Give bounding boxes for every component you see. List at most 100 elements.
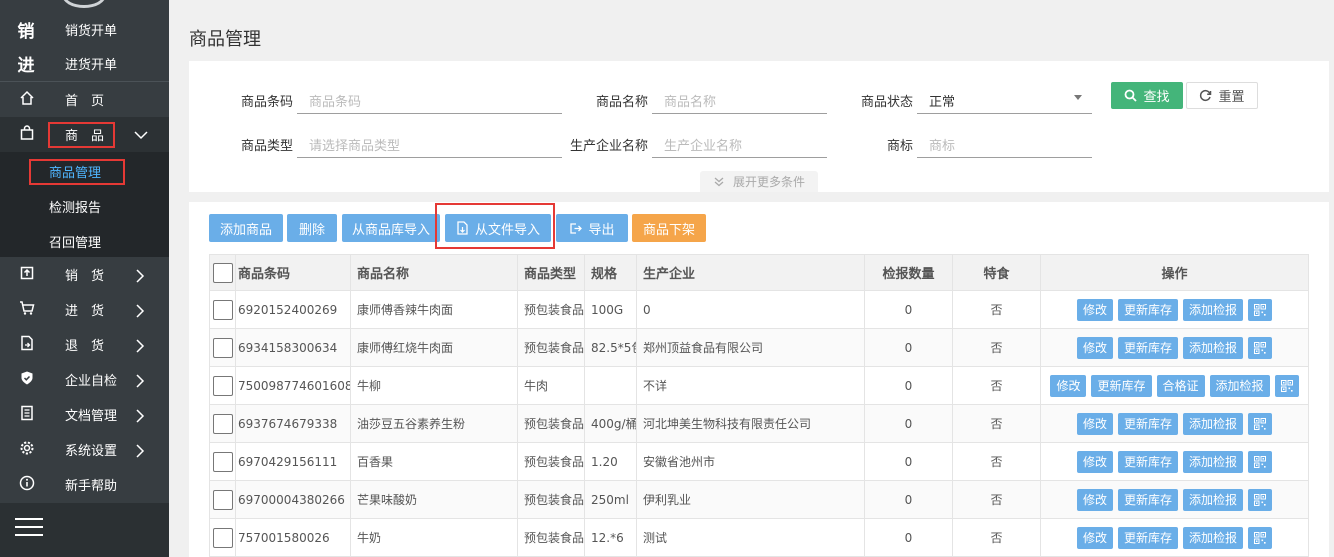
add-report-button[interactable]: 添加检报 [1183, 298, 1244, 321]
sidebar-sub-test-report[interactable]: 检测报告 [0, 187, 169, 222]
edit-button[interactable]: 修改 [1076, 526, 1113, 549]
gear-icon [17, 440, 37, 460]
update-stock-button[interactable]: 更新库存 [1117, 412, 1178, 435]
cell-operations: 修改 更新库存 添加检报 [1040, 442, 1309, 481]
table-row: 6937674679338 油莎豆五谷素养生粉 预包装食品 400g/桶 河北坤美生物科… [209, 404, 1309, 443]
edit-button[interactable]: 修改 [1076, 336, 1113, 359]
product-type-select[interactable]: 请选择商品类型 [297, 129, 562, 158]
edit-button[interactable]: 修改 [1076, 450, 1113, 473]
qr-code-button[interactable] [1248, 526, 1273, 549]
cell-report-count: 0 [864, 290, 953, 329]
product-name-input[interactable]: 商品名称 [652, 85, 827, 114]
update-stock-button[interactable]: 更新库存 [1117, 526, 1178, 549]
column-header-barcode: 商品条码 [235, 254, 351, 291]
certificate-button[interactable]: 合格证 [1156, 374, 1205, 397]
brand-input[interactable]: 商标 [917, 129, 1092, 158]
qr-code-button[interactable] [1248, 336, 1273, 359]
edit-button[interactable]: 修改 [1076, 488, 1113, 511]
sidebar-item-sales[interactable]: 销 货 [0, 257, 169, 292]
add-report-button[interactable]: 添加检报 [1183, 526, 1244, 549]
row-select-cell [209, 480, 236, 519]
add-report-button[interactable]: 添加检报 [1183, 450, 1244, 473]
row-select-cell [209, 328, 236, 367]
expand-conditions-button[interactable]: 展开更多条件 [700, 171, 818, 192]
update-stock-button[interactable]: 更新库存 [1117, 336, 1178, 359]
add-report-button[interactable]: 添加检报 [1183, 488, 1244, 511]
qr-code-button[interactable] [1248, 488, 1273, 511]
qr-code-button[interactable] [1248, 412, 1273, 435]
row-checkbox[interactable] [213, 527, 233, 548]
sidebar-item-self-check[interactable]: 企业自检 [0, 362, 169, 397]
delete-button[interactable]: 删除 [287, 214, 337, 242]
edit-button[interactable]: 修改 [1076, 298, 1113, 321]
qr-code-button[interactable] [1248, 298, 1273, 321]
export-button[interactable]: 导出 [556, 214, 628, 242]
sidebar-item-label: 企业自检 [65, 374, 118, 389]
cell-name: 油莎豆五谷素养生粉 [350, 404, 518, 443]
cell-name: 百香果 [350, 442, 518, 481]
qr-code-button[interactable] [1248, 450, 1273, 473]
off-shelf-button[interactable]: 商品下架 [632, 214, 706, 242]
add-report-button[interactable]: 添加检报 [1209, 374, 1270, 397]
qr-code-icon [1254, 417, 1267, 430]
sidebar-item-return[interactable]: 退 货 [0, 327, 169, 362]
update-stock-button[interactable]: 更新库存 [1117, 450, 1178, 473]
cell-barcode: 69700004380266 [235, 480, 351, 519]
row-checkbox[interactable] [213, 299, 233, 320]
cell-special-food: 否 [952, 328, 1041, 367]
double-chevron-down-icon [714, 177, 724, 186]
row-checkbox[interactable] [213, 375, 233, 396]
cell-report-count: 0 [864, 442, 953, 481]
select-all-cell [209, 254, 236, 291]
sidebar-item-documents[interactable]: 文档管理 [0, 397, 169, 432]
sidebar-sub-label: 检测报告 [49, 201, 102, 216]
search-button[interactable]: 查找 [1111, 82, 1183, 109]
row-checkbox[interactable] [213, 337, 233, 358]
add-product-button[interactable]: 添加商品 [209, 214, 283, 242]
sidebar-sub-label: 召回管理 [49, 236, 102, 251]
row-actions: 修改 更新库存 添加检报 [1042, 412, 1308, 435]
sidebar-sub-recall[interactable]: 召回管理 [0, 222, 169, 257]
product-table: 商品条码 商品名称 商品类型 规格 生产企业 检报数量 特食 操作 692015… [209, 254, 1309, 557]
menu-toggle-icon[interactable] [15, 518, 43, 544]
chevron-right-icon [134, 408, 146, 423]
cell-report-count: 0 [864, 366, 953, 405]
add-report-button[interactable]: 添加检报 [1183, 336, 1244, 359]
edit-button[interactable]: 修改 [1076, 412, 1113, 435]
chevron-down-icon [134, 129, 148, 141]
update-stock-button[interactable]: 更新库存 [1117, 488, 1178, 511]
add-report-button[interactable]: 添加检报 [1183, 412, 1244, 435]
import-from-library-button[interactable]: 从商品库导入 [342, 214, 440, 242]
column-header-type: 商品类型 [517, 254, 585, 291]
sidebar-item-home[interactable]: 首 页 [0, 82, 169, 117]
row-checkbox[interactable] [213, 489, 233, 510]
reset-button[interactable]: 重置 [1186, 82, 1258, 109]
edit-button[interactable]: 修改 [1050, 374, 1087, 397]
sidebar-item-help[interactable]: 新手帮助 [0, 467, 169, 502]
sidebar-quick-purchase[interactable]: 进 进货开单 [0, 46, 169, 81]
cell-spec: 400g/桶 [584, 404, 637, 443]
sidebar-item-purchase[interactable]: 进 货 [0, 292, 169, 327]
table-row: 69700004380266 芒果味酸奶 预包装食品 250ml 伊利乳业 0 否修改 更新库… [209, 480, 1309, 519]
table-row: 757001580026 牛奶 预包装食品 12.*6 测试 0 否修改 更新库存 添加检报 [209, 518, 1309, 557]
update-stock-button[interactable]: 更新库存 [1091, 374, 1152, 397]
manufacturer-input[interactable]: 生产企业名称 [652, 129, 827, 158]
status-select[interactable]: 正常 [917, 85, 1092, 114]
shield-icon [17, 370, 37, 390]
export-icon [570, 222, 583, 234]
select-all-checkbox[interactable] [213, 262, 233, 283]
update-stock-button[interactable]: 更新库存 [1117, 298, 1178, 321]
sidebar-sub-goods-management[interactable]: 商品管理 [0, 152, 169, 187]
row-checkbox[interactable] [213, 451, 233, 472]
cell-report-count: 0 [864, 480, 953, 519]
sidebar-quick-sales[interactable]: 销 销货开单 [0, 12, 169, 47]
barcode-input[interactable]: 商品条码 [297, 85, 562, 114]
sidebar-item-goods[interactable]: 商 品 [0, 117, 169, 152]
import-from-file-button[interactable]: 从文件导入 [445, 214, 551, 242]
cell-spec: 82.5*5包 [584, 328, 637, 367]
qr-code-button[interactable] [1274, 374, 1299, 397]
cell-manufacturer: 不详 [636, 366, 865, 405]
cart-icon [17, 300, 37, 320]
row-checkbox[interactable] [213, 413, 233, 434]
sidebar-item-settings[interactable]: 系统设置 [0, 432, 169, 467]
